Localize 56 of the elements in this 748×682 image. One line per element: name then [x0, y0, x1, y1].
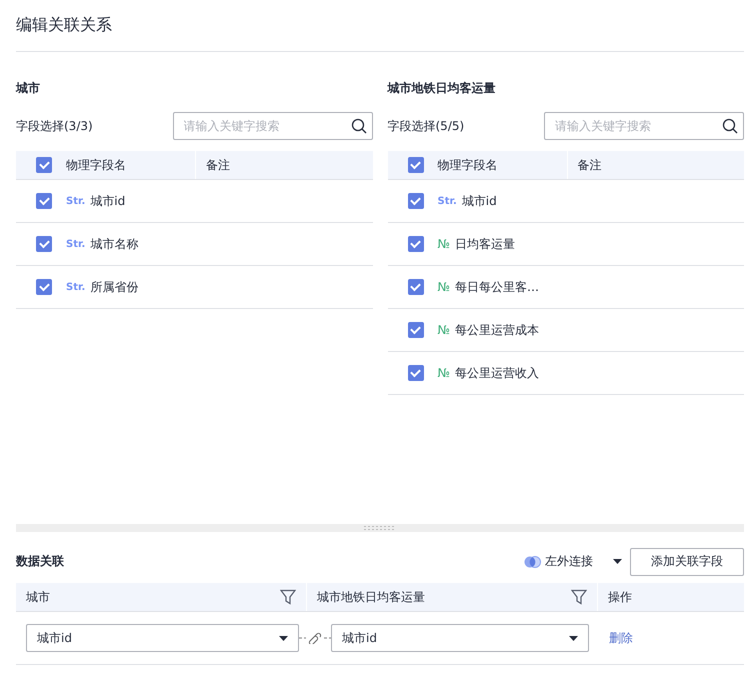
field-checkbox[interactable] — [408, 279, 424, 295]
table-title: 城市 — [16, 80, 41, 96]
type-tag: Str. — [66, 238, 86, 250]
field-checkbox[interactable] — [408, 365, 424, 381]
add-relation-button[interactable]: 添加关联字段 — [630, 548, 744, 576]
caret-icon — [569, 636, 578, 640]
table-title: 城市地铁日均客运量 — [388, 80, 496, 96]
search-field[interactable]: 请输入关键字搜索 — [172, 112, 372, 140]
field-select[interactable]: 城市id — [26, 624, 299, 652]
grip-icon[interactable] — [364, 526, 396, 530]
select-all-checkbox[interactable] — [36, 157, 52, 173]
column-header: 操作 — [608, 588, 632, 606]
field-name: 每日每公里客… — [454, 278, 539, 296]
section-title: 数据关联 — [16, 553, 64, 570]
select-all-checkbox[interactable] — [408, 157, 424, 173]
field-checkbox[interactable] — [36, 236, 52, 252]
type-tag: Str. — [438, 196, 457, 206]
search-icon[interactable] — [350, 118, 366, 134]
page-title: 编辑关联关系 — [16, 0, 744, 52]
field-count: 字段选择(5/5) — [388, 118, 464, 134]
field-checkbox[interactable] — [408, 236, 424, 252]
field-name: 所属省份 — [90, 278, 138, 296]
column-header: 备注 — [578, 156, 602, 174]
column-header: 物理字段名 — [438, 156, 498, 174]
field-name: 每公里运营成本 — [454, 322, 539, 338]
field-name: 城市id — [90, 192, 126, 210]
field-name: 城市id — [462, 192, 497, 210]
field-name: 每公里运营收入 — [454, 364, 539, 382]
type-tag: № — [438, 280, 450, 294]
field-checkbox[interactable] — [36, 279, 52, 295]
column-header: 物理字段名 — [66, 156, 126, 174]
type-tag: № — [438, 237, 450, 251]
column-header: 城市地铁日均客运量 — [317, 588, 425, 606]
filter-icon[interactable] — [571, 589, 587, 605]
column-header: 备注 — [206, 156, 230, 174]
caret-icon — [279, 636, 288, 640]
field-name: 城市名称 — [90, 236, 138, 252]
search-icon[interactable] — [722, 118, 738, 134]
type-tag: № — [438, 366, 450, 380]
type-tag: № — [438, 323, 450, 337]
field-checkbox[interactable] — [408, 322, 424, 338]
link-icon — [299, 632, 331, 644]
type-tag: Str. — [66, 196, 86, 206]
caret-icon — [613, 559, 622, 564]
search-field[interactable]: 请输入关键字搜索 — [544, 112, 744, 140]
delete-link[interactable]: 删除 — [609, 630, 633, 646]
join-type-selector[interactable]: 左外连接 — [518, 553, 599, 570]
filter-icon[interactable] — [280, 589, 296, 605]
field-name: 日均客运量 — [454, 236, 515, 252]
field-checkbox[interactable] — [408, 193, 424, 209]
field-checkbox[interactable] — [36, 193, 52, 209]
column-header: 城市 — [26, 588, 50, 606]
join-icon — [524, 556, 541, 568]
type-tag: Str. — [66, 282, 86, 292]
field-select[interactable]: 城市id — [331, 624, 589, 652]
field-count: 字段选择(3/3) — [16, 118, 93, 134]
